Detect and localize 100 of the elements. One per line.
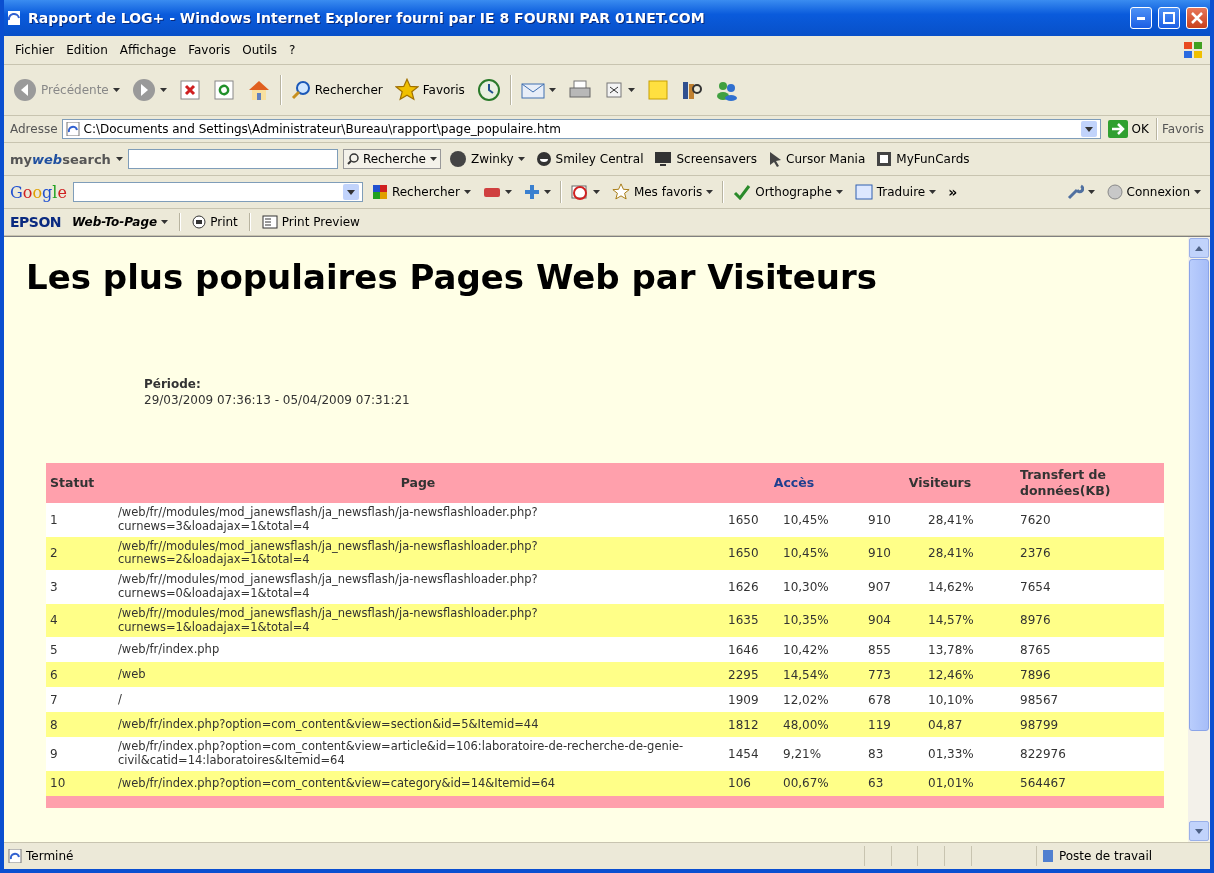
table-cell-text: 1909 (727, 691, 760, 709)
web-to-page-menu[interactable]: Web-To-Page (69, 213, 172, 231)
address-field[interactable]: C:\Documents and Settings\Administrateur\Bureau\rapport\page_populaire.htm (61, 119, 1101, 139)
caret-icon (115, 157, 123, 161)
table-cell-text: /web/fr/index.php?option=com_content&view=section&id=5&Itemid=44 (117, 715, 540, 733)
table-cell-text: 28,41% (927, 545, 975, 563)
table-cell-text: 04,87 (927, 716, 964, 734)
table-cell-text: 119 (867, 716, 892, 734)
links-label[interactable]: Favoris (1161, 122, 1204, 136)
page-heading: Les plus populaires Pages Web par Visiteurs (26, 257, 879, 297)
table-cell-text: 10,35% (782, 612, 830, 630)
connect-button[interactable]: Connexion (1103, 182, 1204, 202)
cursor-icon (768, 151, 782, 167)
toolbar-link[interactable]: Zwinky (445, 148, 528, 170)
table-cell-text: 7620 (1019, 511, 1052, 529)
google-search-field[interactable] (72, 182, 363, 202)
table-cell-text: /web/fr/index.php?option=com_content&view=article&id=106:laboratoire-de-recherche-de-genie-civil&catid=14:laboratoires&Itemid=64 (117, 738, 685, 770)
menu-item[interactable]: Edition (61, 41, 113, 59)
table-cell-text: 2 (49, 545, 59, 563)
translate-icon (854, 184, 873, 200)
toolbar-link[interactable]: Screensavers (651, 149, 760, 169)
toolbar-link[interactable]: Smiley Central (532, 149, 647, 169)
preview-icon (261, 215, 278, 229)
caret-icon (548, 88, 556, 92)
table-cell-text: 1635 (727, 612, 760, 630)
scroll-down-button[interactable] (1189, 821, 1209, 841)
caret-icon (592, 190, 600, 194)
scrollbar-thumb[interactable] (1189, 259, 1209, 731)
favorites-button[interactable]: Mes favoris (608, 181, 717, 203)
menu-item[interactable]: Favoris (183, 41, 236, 59)
table-cell-text: 8 (49, 716, 59, 734)
menu-item[interactable]: ? (283, 41, 301, 59)
wrench-icon (1065, 183, 1084, 201)
minimize-icon (1137, 16, 1145, 20)
table-cell-text: 28,41% (927, 511, 975, 529)
caret-icon (161, 220, 169, 224)
caret-icon (1194, 190, 1201, 194)
column-header: Page (400, 475, 436, 491)
table-cell-text: 8976 (1019, 612, 1052, 630)
search-icon (346, 153, 359, 165)
note-icon (646, 79, 669, 101)
table-cell-text: 1 (49, 511, 59, 529)
menu-item[interactable]: Outils (237, 41, 282, 59)
table-cell-text: 10,10% (927, 691, 975, 709)
page-icon (6, 10, 22, 26)
google-logo: Google (10, 182, 67, 202)
minimize-button[interactable] (1130, 7, 1152, 29)
spelling-button[interactable]: Orthographe (730, 182, 846, 202)
star-icon (394, 78, 419, 102)
table-cell-text: 98567 (1019, 691, 1060, 709)
translate-button[interactable]: Traduire (851, 182, 940, 202)
column-header: Statut (50, 475, 95, 491)
close-button[interactable] (1186, 7, 1208, 29)
page-icon (8, 849, 22, 863)
envelope-icon (520, 80, 545, 100)
caret-icon (159, 88, 167, 92)
print-preview-button[interactable]: Print Preview (258, 213, 363, 231)
books-icon (680, 79, 703, 101)
table-cell-text: 5 (49, 641, 59, 659)
more-button[interactable]: » (945, 182, 961, 202)
document-icon (603, 80, 624, 100)
scroll-up-button[interactable] (1189, 238, 1209, 258)
star-icon (611, 183, 630, 201)
table-cell-text: 8765 (1019, 641, 1052, 659)
caret-icon (627, 88, 635, 92)
google-icon (371, 184, 388, 200)
page-icon (65, 122, 80, 136)
table-cell-text: 9 (49, 745, 59, 763)
table-cell-text: 00,67% (782, 775, 830, 793)
table-cell-text: 1650 (727, 545, 760, 563)
maximize-button[interactable] (1158, 7, 1180, 29)
search-button[interactable]: Recherche (342, 149, 441, 169)
table-cell-text: 822976 (1019, 745, 1067, 763)
column-header: Visiteurs (908, 475, 972, 491)
period-value: 29/03/2009 07:36:13 - 05/04/2009 07:31:21 (144, 393, 411, 407)
caret-icon (504, 190, 512, 194)
google-search-button[interactable]: Rechercher (368, 182, 474, 202)
print-button[interactable]: Print (189, 213, 241, 231)
search-field[interactable] (127, 149, 338, 169)
menu-item[interactable]: Affichage (114, 41, 182, 59)
table-cell-text: /web/fr/index.php (117, 640, 221, 658)
column-header: Accès (773, 475, 815, 491)
table-cell-text: /web/fr//modules/mod_janewsflash/ja_newsflash/ja-newsflashloader.php? curnews=0&loadajax=1&total=4 (117, 571, 539, 602)
go-button[interactable]: OK (1104, 118, 1152, 140)
caret-icon (835, 190, 843, 194)
toolbar-link[interactable]: Cursor Mania (765, 149, 869, 169)
caret-icon (706, 190, 714, 194)
table-cell-text: 10 (49, 775, 67, 793)
table-cell-text: 4 (49, 612, 59, 630)
search-button[interactable]: Rechercher (287, 78, 386, 102)
window-title: Rapport de LOG+ - Windows Internet Explorer fourni par IE 8 FOURNI PAR 01NET.COM (28, 10, 706, 26)
favorites-button[interactable]: Favoris (391, 76, 468, 104)
table-cell-text: 773 (867, 666, 892, 684)
menu-item[interactable]: Fichier (10, 41, 60, 59)
search-icon (290, 80, 311, 100)
toolbar-link[interactable]: MyFunCards (873, 149, 973, 169)
table-cell-text: 910 (867, 511, 892, 529)
table-cell-text: 14,54% (782, 666, 830, 684)
table-cell-text: 7896 (1019, 666, 1052, 684)
table-cell-text: 904 (867, 612, 892, 630)
